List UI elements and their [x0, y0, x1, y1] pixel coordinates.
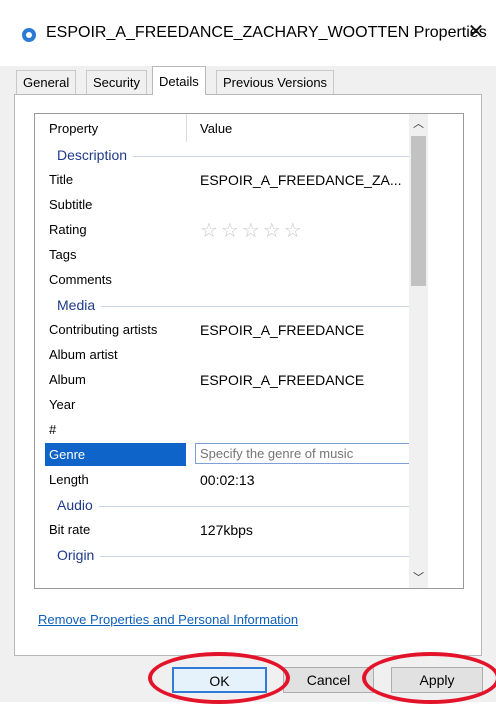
- property-value: 00:02:13: [200, 472, 255, 488]
- row-comments[interactable]: Comments: [35, 267, 463, 292]
- property-value: ESPOIR_A_FREEDANCE_ZA...: [200, 172, 402, 188]
- header-property[interactable]: Property: [49, 121, 98, 136]
- group-label: Description: [57, 147, 134, 163]
- tab-security[interactable]: Security: [86, 70, 147, 94]
- row-track-number[interactable]: #: [35, 417, 463, 442]
- row-bit-rate[interactable]: Bit rate 127kbps: [35, 517, 463, 542]
- header-value[interactable]: Value: [200, 121, 232, 136]
- cancel-button[interactable]: Cancel: [283, 667, 374, 693]
- window-title: ESPOIR_A_FREEDANCE_ZACHARY_WOOTTEN Prope…: [46, 24, 487, 41]
- property-label: Title: [49, 172, 74, 187]
- close-button[interactable]: ✕: [462, 18, 490, 46]
- property-label: Album: [49, 372, 86, 387]
- property-label: Tags: [49, 247, 77, 262]
- property-label: Length: [49, 472, 89, 487]
- details-list[interactable]: Property Value Description Title ESPOIR_…: [34, 113, 464, 589]
- row-subtitle[interactable]: Subtitle: [35, 192, 463, 217]
- group-audio: Audio: [35, 492, 463, 517]
- property-value: 127kbps: [200, 522, 253, 538]
- property-label: Rating: [49, 222, 87, 237]
- remove-properties-link[interactable]: Remove Properties and Personal Informati…: [38, 612, 298, 627]
- group-media: Media: [35, 292, 463, 317]
- property-label: #: [49, 422, 57, 437]
- highlight-ring-ok: [148, 652, 290, 704]
- tab-general[interactable]: General: [16, 70, 77, 94]
- tab-previous-versions[interactable]: Previous Versions: [216, 70, 335, 94]
- property-label: Genre: [49, 447, 86, 462]
- property-label: Year: [49, 397, 76, 412]
- row-length[interactable]: Length 00:02:13: [35, 467, 463, 492]
- property-label: Contributing artists: [49, 322, 158, 337]
- star-rating-icon[interactable]: ☆☆☆☆☆: [200, 218, 305, 243]
- group-divider: [57, 556, 427, 557]
- row-album[interactable]: Album ESPOIR_A_FREEDANCE: [35, 367, 463, 392]
- property-label: Subtitle: [49, 197, 93, 212]
- row-title[interactable]: Title ESPOIR_A_FREEDANCE_ZA...: [35, 167, 463, 192]
- property-label: Comments: [49, 272, 112, 287]
- row-genre[interactable]: Genre: [35, 442, 463, 467]
- property-value: ESPOIR_A_FREEDANCE: [200, 372, 365, 388]
- group-label: Media: [57, 297, 102, 313]
- row-tags[interactable]: Tags: [35, 242, 463, 267]
- scroll-down-icon[interactable]: ﹀: [409, 568, 428, 588]
- group-origin: Origin: [35, 542, 463, 567]
- row-rating[interactable]: Rating ☆☆☆☆☆: [35, 217, 463, 242]
- group-label: Audio: [57, 497, 99, 513]
- row-year[interactable]: Year: [35, 392, 463, 417]
- property-label: Album artist: [49, 347, 118, 362]
- scroll-up-icon[interactable]: ︿: [409, 114, 428, 134]
- column-divider[interactable]: [186, 114, 187, 142]
- genre-input[interactable]: [195, 443, 415, 464]
- scrollbar-thumb[interactable]: [411, 136, 426, 286]
- group-label: Origin: [57, 547, 101, 563]
- row-contributing-artists[interactable]: Contributing artists ESPOIR_A_FREEDANCE: [35, 317, 463, 342]
- column-header: Property Value: [35, 114, 463, 142]
- tab-details[interactable]: Details: [152, 66, 206, 95]
- property-value: ESPOIR_A_FREEDANCE: [200, 322, 365, 338]
- properties-dialog: ESPOIR_A_FREEDANCE_ZACHARY_WOOTTEN Prope…: [0, 0, 496, 704]
- property-label: Bit rate: [49, 522, 91, 537]
- group-divider: [57, 306, 427, 307]
- row-album-artist[interactable]: Album artist: [35, 342, 463, 367]
- media-file-icon: [22, 28, 36, 42]
- highlight-ring-apply: [362, 652, 496, 704]
- group-description: Description: [35, 142, 463, 167]
- group-divider: [57, 506, 427, 507]
